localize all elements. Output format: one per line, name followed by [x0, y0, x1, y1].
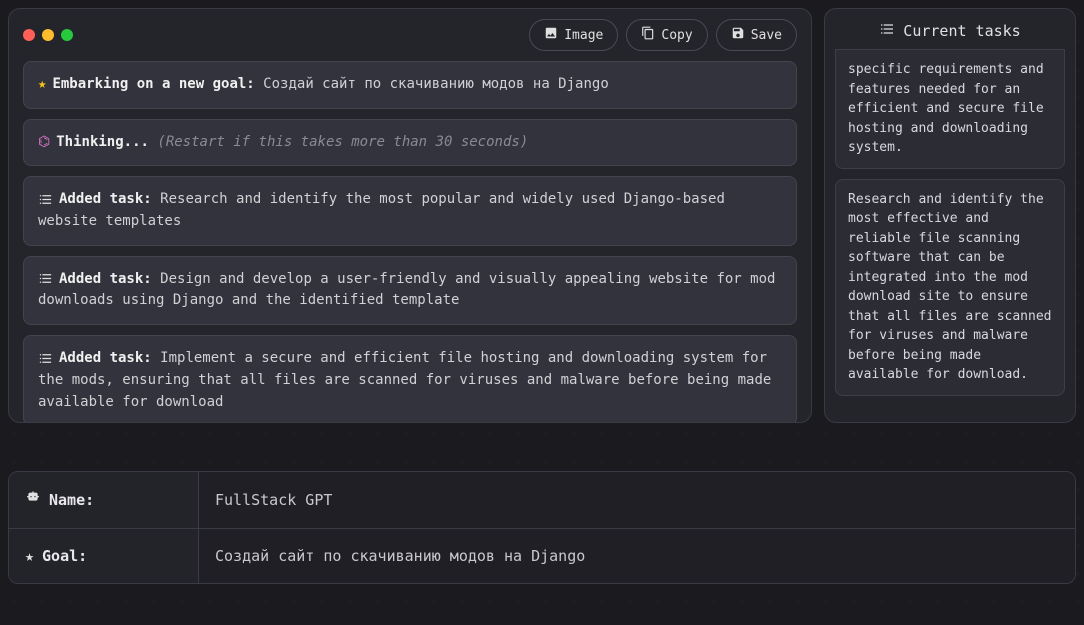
goal-input[interactable]	[199, 529, 1075, 583]
added-task-prefix: Added task:	[59, 350, 152, 366]
name-label: Name:	[9, 472, 199, 528]
thinking-prefix: Thinking...	[56, 134, 149, 150]
star-icon: ★	[38, 76, 46, 92]
list-icon	[38, 271, 53, 286]
output-feed[interactable]: ★ Embarking on a new goal: Создай сайт по…	[9, 61, 811, 422]
copy-button[interactable]: Copy	[626, 19, 707, 51]
window-close-dot[interactable]	[23, 29, 35, 41]
main-output-panel: Image Copy Save ★ Embarking on a new goal…	[8, 8, 812, 423]
side-task-text: Research and identify the most effective…	[848, 192, 1052, 383]
panel-header: Image Copy Save	[9, 9, 811, 61]
side-panel-header: Current tasks	[825, 9, 1075, 49]
list-icon	[38, 192, 53, 207]
side-tasks-list[interactable]: specific requirements and features neede…	[825, 49, 1075, 422]
image-button-label: Image	[564, 28, 603, 43]
side-task-item: Research and identify the most effective…	[835, 179, 1065, 396]
thinking-card: ⌬ Thinking... (Restart if this takes more…	[23, 119, 797, 167]
name-label-text: Name:	[49, 491, 94, 509]
current-tasks-panel: Current tasks specific requirements and …	[824, 8, 1076, 423]
save-icon	[731, 26, 745, 44]
copy-button-label: Copy	[661, 28, 692, 43]
name-row: Name:	[9, 472, 1075, 529]
agent-config-form: Name: ★ Goal:	[8, 471, 1076, 584]
added-task-prefix: Added task:	[59, 271, 152, 287]
window-maximize-dot[interactable]	[61, 29, 73, 41]
task-card: Added task: Research and identify the mo…	[23, 176, 797, 245]
goal-card: ★ Embarking on a new goal: Создай сайт по…	[23, 61, 797, 109]
brain-icon: ⌬	[38, 134, 50, 150]
traffic-lights	[23, 29, 73, 41]
star-icon: ★	[25, 547, 34, 565]
side-panel-title: Current tasks	[903, 22, 1020, 40]
thinking-hint: (Restart if this takes more than 30 seco…	[157, 134, 528, 150]
side-task-text: specific requirements and features neede…	[848, 62, 1044, 155]
task-card: Added task: Implement a secure and effic…	[23, 335, 797, 422]
goal-label: ★ Goal:	[9, 529, 199, 583]
task-card: Added task: Design and develop a user-fr…	[23, 256, 797, 325]
list-icon	[879, 21, 895, 41]
name-input[interactable]	[199, 472, 1075, 528]
side-task-item: specific requirements and features neede…	[835, 49, 1065, 169]
robot-icon	[25, 490, 41, 510]
list-icon	[38, 351, 53, 366]
clipboard-icon	[641, 26, 655, 44]
goal-label-text: Goal:	[42, 547, 87, 565]
image-button[interactable]: Image	[529, 19, 618, 51]
added-task-prefix: Added task:	[59, 191, 152, 207]
goal-row: ★ Goal:	[9, 529, 1075, 583]
save-button-label: Save	[751, 28, 782, 43]
goal-prefix: Embarking on a new goal:	[52, 76, 254, 92]
save-button[interactable]: Save	[716, 19, 797, 51]
window-minimize-dot[interactable]	[42, 29, 54, 41]
image-icon	[544, 26, 558, 44]
goal-text: Создай сайт по скачиванию модов на Djang…	[263, 76, 609, 92]
